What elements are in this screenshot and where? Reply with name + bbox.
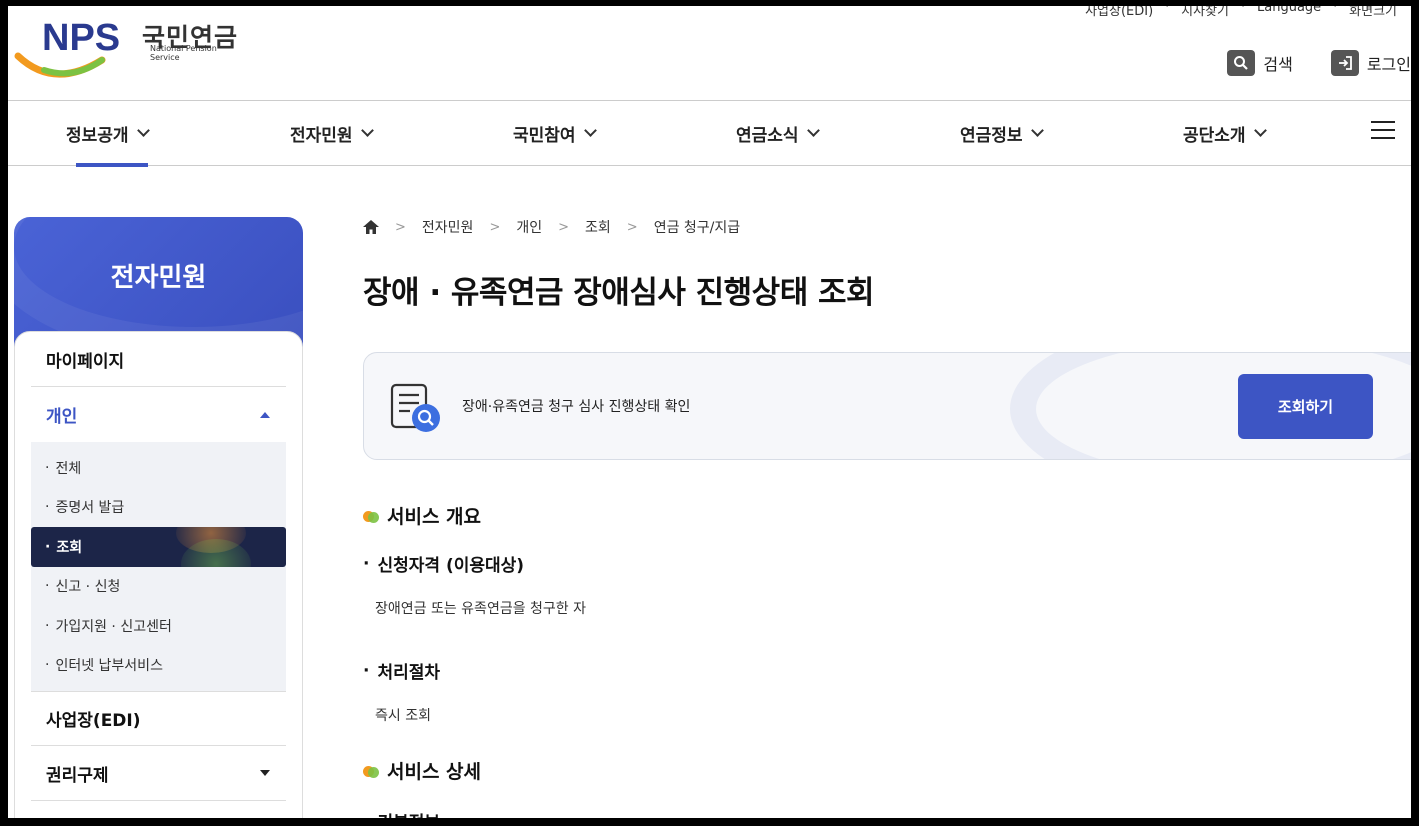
logo-english: National Pension Service [150,44,217,62]
sidebar-item-label: 마이페이지 [46,351,125,372]
gnb-label: 국민참여 [513,125,576,146]
sidebar-sub-label: 신고 · 신청 [55,579,121,596]
login-label: 로그인 [1366,55,1411,74]
sidebar-sub-label: 증명서 발급 [55,500,125,517]
sidebar-item-relief[interactable]: 권리구제 [31,746,286,801]
chevron-down-icon [806,124,820,137]
login-icon [1330,50,1359,76]
service-box: 장애·유족연금 청구 심사 진행상태 확인 조회하기 [363,352,1411,460]
process-title-text: 처리절차 [377,663,441,683]
sidebar-sub-label: 조회 [56,539,83,556]
search-icon [1227,50,1256,76]
login-button[interactable]: 로그인 [1330,50,1411,76]
chevron-down-icon [583,124,597,137]
search-button[interactable]: 검색 [1227,50,1293,76]
process-text: 즉시 조회 [375,708,431,724]
sidebar-sub-report[interactable]: · 신고 · 신청 [31,567,286,607]
breadcrumb-item[interactable]: 전자민원 [422,217,474,237]
sidebar-item-label: 사업장(EDI) [46,711,141,731]
sidebar-sub-support-center[interactable]: · 가입지원 · 신고센터 [31,606,286,646]
sidebar-sub-label: 전체 [55,460,82,477]
chevron-down-icon [136,124,150,137]
sidebar-sub-label: 인터넷 납부서비스 [55,658,163,675]
caret-down-icon [260,770,270,776]
section-title-text: 서비스 개요 [387,506,482,528]
sidebar-sub-all[interactable]: · 전체 [31,448,286,488]
sidebar-item-label: 권리구제 [46,765,109,786]
gnb-label: 연금정보 [960,125,1023,146]
breadcrumb-item[interactable]: 개인 [516,217,542,237]
chevron-down-icon [1253,124,1267,137]
gnb-pension-info[interactable]: 연금정보 [960,101,1044,165]
page-title: 장애 · 유족연금 장애심사 진행상태 조회 [363,275,875,311]
section-bullet-icon [363,509,379,523]
chevron-down-icon [1030,124,1044,137]
sidebar: 전자민원 마이페이지 개인 · 전체 · 증명서 발급 · 조회 · 신고 · 신청 ·… [14,217,303,818]
inquiry-button[interactable]: 조회하기 [1238,374,1373,439]
breadcrumb-item[interactable]: 조회 [585,217,611,237]
sidebar-menu: 마이페이지 개인 · 전체 · 증명서 발급 · 조회 · 신고 · 신청 · 가입지원 … [14,331,303,818]
sidebar-sub-inquiry[interactable]: · 조회 [31,527,286,567]
breadcrumb: > 전자민원 > 개인 > 조회 > 연금 청구/지급 [363,217,1411,237]
breadcrumb-item[interactable]: 연금 청구/지급 [654,217,740,237]
utility-branch-link[interactable]: 지사찾기 [1165,6,1243,19]
utility-language-link[interactable]: Language [1241,6,1335,19]
sidebar-item-label: 개인 [46,407,78,427]
breadcrumb-separator: > [489,219,501,235]
basic-info-title: ·기본정보 [363,808,1411,819]
nps-logo-icon: NPS [14,17,120,78]
gnb-label: 정보공개 [66,125,129,146]
sidebar-sub-label: 가입지원 · 신고센터 [55,618,172,635]
section-bullet-icon [363,764,379,778]
page: 사업장(EDI) 지사찾기 Language 화면크기 NPS 국민연금 Nat… [8,6,1411,818]
breadcrumb-separator: > [626,219,638,235]
gnb-label: 공단소개 [1183,125,1246,146]
header-actions: 검색 로그인 [1227,50,1411,76]
site-logo[interactable]: NPS 국민연금 National Pension Service [14,10,244,80]
sidebar-item-edi[interactable]: 사업장(EDI) [31,691,286,746]
search-label: 검색 [1263,55,1293,74]
section-title-text: 서비스 상세 [387,761,482,783]
gnb-e-petition[interactable]: 전자민원 [290,101,374,165]
main-content: > 전자민원 > 개인 > 조회 > 연금 청구/지급 장애 · 유족연금 장애… [363,217,1411,818]
sidebar-sub-certificate[interactable]: · 증명서 발급 [31,488,286,528]
menu-icon[interactable] [1371,121,1395,139]
home-icon[interactable] [363,220,379,234]
gnb-label: 연금소식 [736,125,799,146]
breadcrumb-separator: > [395,219,406,235]
eligibility-title-text: 신청자격 (이용대상) [377,556,525,576]
gnb-pension-news[interactable]: 연금소식 [736,101,820,165]
eligibility-text: 장애연금 또는 유족연금을 청구한 자 [375,601,586,617]
gnb-label: 전자민원 [290,125,353,146]
section-overview-title: 서비스 개요 [363,502,1411,529]
gnb-participation[interactable]: 국민참여 [513,101,597,165]
gnb-info-disclosure[interactable]: 정보공개 [66,101,150,167]
gnb-about[interactable]: 공단소개 [1183,101,1267,165]
logo-brand: NPS [42,17,120,59]
sidebar-submenu: · 전체 · 증명서 발급 · 조회 · 신고 · 신청 · 가입지원 · 신고센터 · 인… [31,442,286,691]
main-nav: 정보공개 전자민원 국민참여 연금소식 연금정보 공단소개 [8,100,1411,167]
sidebar-sub-internet-payment[interactable]: · 인터넷 납부서비스 [31,646,286,686]
utility-nav: 사업장(EDI) 지사찾기 Language 화면크기 [1071,6,1411,19]
process-title: · 처리절차 [363,658,1411,684]
basic-info-title-text: 기본정보 [377,808,440,818]
section-detail-title: 서비스 상세 [363,757,1411,784]
caret-up-icon [260,411,270,418]
sidebar-item-mypage[interactable]: 마이페이지 [31,332,286,387]
utility-screen-size-link[interactable]: 화면크기 [1333,6,1411,19]
sidebar-item-personal[interactable]: 개인 [31,387,286,442]
chevron-down-icon [360,124,374,137]
document-search-icon [390,383,440,432]
breadcrumb-separator: > [558,219,570,235]
service-description: 장애·유족연금 청구 심사 진행상태 확인 [462,399,691,415]
eligibility-title: · 신청자격 (이용대상) [363,551,1411,577]
utility-edi-link[interactable]: 사업장(EDI) [1071,6,1167,19]
